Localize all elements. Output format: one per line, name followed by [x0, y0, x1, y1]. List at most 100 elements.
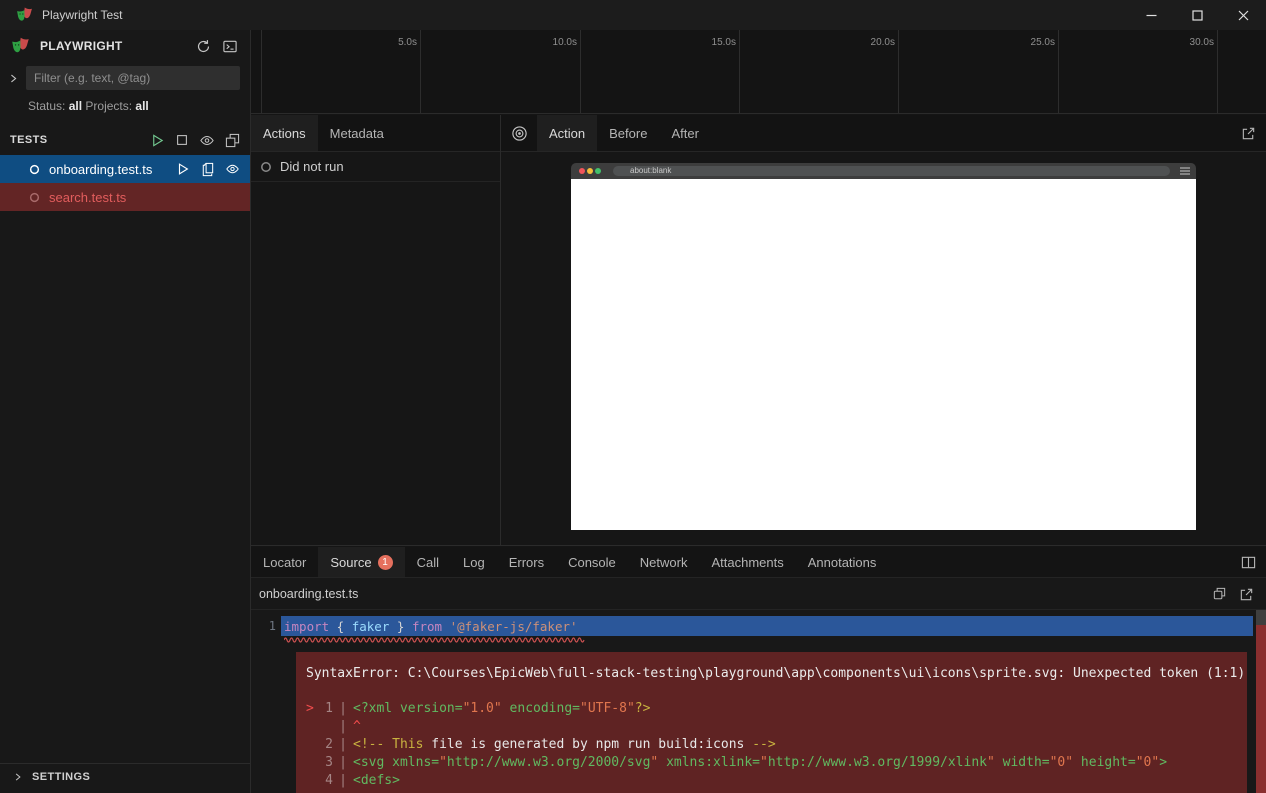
playwright-masks-icon	[10, 36, 32, 56]
tab-metadata[interactable]: Metadata	[318, 115, 396, 151]
frame-pipe: |	[333, 754, 353, 772]
tests-section-label: TESTS	[10, 134, 140, 146]
tab-annotations[interactable]: Annotations	[796, 547, 889, 577]
timeline-tick-label: 30.0s	[1154, 37, 1214, 48]
tab-metadata-label: Metadata	[330, 126, 384, 141]
tab-before-label: Before	[609, 126, 647, 141]
timeline-tick-label: 5.0s	[357, 37, 417, 48]
open-snapshot-external-button[interactable]	[1241, 115, 1256, 152]
snapshot-panel: Action Before After	[501, 115, 1266, 545]
projects-value[interactable]: all	[135, 99, 148, 113]
tab-action-label: Action	[549, 126, 585, 141]
filter-row	[0, 65, 250, 91]
tab-action[interactable]: Action	[537, 115, 597, 151]
maximize-button[interactable]	[1174, 0, 1220, 30]
timeline-tick-label: 25.0s	[995, 37, 1055, 48]
source-line-1-code: import { faker } from '@faker-js/faker'	[281, 616, 1253, 636]
chevron-right-icon	[13, 772, 23, 782]
tab-call[interactable]: Call	[405, 547, 451, 577]
frame-code: <svg xmlns="http://www.w3.org/2000/svg" …	[353, 754, 1167, 772]
error-line-marker: >	[306, 700, 319, 718]
projects-label: Projects:	[85, 99, 132, 113]
did-not-run-row: Did not run	[251, 152, 500, 182]
code-frame-line: > 1 | <?xml version="1.0" encoding="UTF-…	[306, 700, 1237, 718]
code-frame-line: 2 | <!-- This file is generated by npm r…	[306, 736, 1237, 754]
settings-section-header[interactable]: SETTINGS	[0, 763, 250, 790]
window-title: Playwright Test	[42, 8, 122, 22]
traffic-light-red-icon	[579, 168, 585, 174]
tab-after[interactable]: After	[659, 115, 710, 151]
run-all-icon[interactable]	[150, 133, 165, 148]
source-scrollbar[interactable]	[1256, 610, 1266, 793]
collapse-all-icon[interactable]	[225, 133, 240, 148]
tab-actions[interactable]: Actions	[251, 115, 318, 151]
syntax-error-block: SyntaxError: C:\Courses\EpicWeb\full-sta…	[296, 652, 1247, 793]
status-value[interactable]: all	[69, 99, 82, 113]
frame-line-number: 4	[319, 772, 333, 790]
traffic-light-yellow-icon	[587, 168, 593, 174]
tab-source[interactable]: Source 1	[318, 547, 404, 577]
tab-attachments[interactable]: Attachments	[699, 547, 795, 577]
line-number: 1	[251, 619, 281, 633]
source-filename-bar: onboarding.test.ts	[251, 578, 1266, 610]
code-frame-line: 4 | <defs>	[306, 772, 1237, 790]
tab-locator-label: Locator	[263, 555, 306, 570]
frame-line-number: 1	[319, 700, 333, 718]
external-link-icon[interactable]	[1239, 587, 1254, 602]
test-status-circle-icon	[29, 164, 40, 175]
close-button[interactable]	[1220, 0, 1266, 30]
browser-chrome-bar: about:blank	[571, 163, 1196, 179]
target-icon	[511, 125, 528, 142]
tab-network[interactable]: Network	[628, 547, 700, 577]
error-line-marker	[306, 754, 319, 772]
tab-log[interactable]: Log	[451, 547, 497, 577]
middle-panels: Actions Metadata Did not run Action Befo…	[251, 115, 1266, 546]
source-error-count-badge: 1	[378, 555, 393, 570]
test-status-circle-icon	[29, 192, 40, 203]
show-source-icon[interactable]	[200, 162, 215, 177]
tab-network-label: Network	[640, 555, 688, 570]
frame-caret: ^	[353, 718, 361, 736]
source-code-view: 1 import { faker } from '@faker-js/faker…	[251, 610, 1266, 793]
scrollbar-thumb[interactable]	[1256, 610, 1266, 625]
snapshot-tab-strip: Action Before After	[501, 115, 1266, 152]
page-url: about:blank	[630, 166, 671, 176]
timeline-gridline	[739, 30, 740, 113]
details-panel: Locator Source 1 Call Log Errors Console…	[251, 547, 1266, 793]
code-frame-line: 3 | <svg xmlns="http://www.w3.org/2000/s…	[306, 754, 1237, 772]
test-file-search[interactable]: search.test.ts	[0, 183, 250, 211]
error-message: SyntaxError: C:\Courses\EpicWeb\full-sta…	[306, 665, 1237, 683]
trace-timeline[interactable]: 5.0s 10.0s 15.0s 20.0s 25.0s 30.0s	[251, 30, 1266, 114]
error-line-marker	[306, 736, 319, 754]
chevron-right-icon[interactable]	[0, 73, 26, 84]
source-filename: onboarding.test.ts	[259, 587, 358, 601]
terminal-icon[interactable]	[222, 39, 238, 54]
traffic-lights	[579, 168, 603, 174]
timeline-gridline	[420, 30, 421, 113]
minimize-button[interactable]	[1128, 0, 1174, 30]
frame-code: <!-- This file is generated by npm run b…	[353, 736, 776, 754]
test-file-onboarding[interactable]: onboarding.test.ts	[0, 155, 250, 183]
squiggly-underline	[284, 636, 1266, 644]
timeline-tick-label: 20.0s	[835, 37, 895, 48]
test-row-actions	[166, 155, 240, 183]
test-file-name: search.test.ts	[49, 190, 126, 205]
pick-locator-button[interactable]	[501, 115, 537, 151]
watch-test-eye-icon[interactable]	[225, 162, 240, 176]
tab-attachments-label: Attachments	[711, 555, 783, 570]
filter-input[interactable]	[26, 66, 240, 90]
toggle-layout-button[interactable]	[1241, 547, 1256, 578]
copy-icon[interactable]	[1212, 587, 1227, 602]
run-test-icon[interactable]	[176, 162, 190, 176]
tab-console[interactable]: Console	[556, 547, 628, 577]
tab-locator[interactable]: Locator	[251, 547, 318, 577]
watch-all-eye-icon[interactable]	[199, 133, 215, 148]
timeline-tick-label: 10.0s	[517, 37, 577, 48]
stop-icon[interactable]	[175, 133, 189, 147]
tab-errors[interactable]: Errors	[497, 547, 556, 577]
source-line-1: 1 import { faker } from '@faker-js/faker…	[251, 616, 1266, 636]
refresh-icon[interactable]	[196, 39, 211, 54]
timeline-gridline	[1058, 30, 1059, 113]
tab-before[interactable]: Before	[597, 115, 659, 151]
blank-page	[571, 179, 1196, 530]
